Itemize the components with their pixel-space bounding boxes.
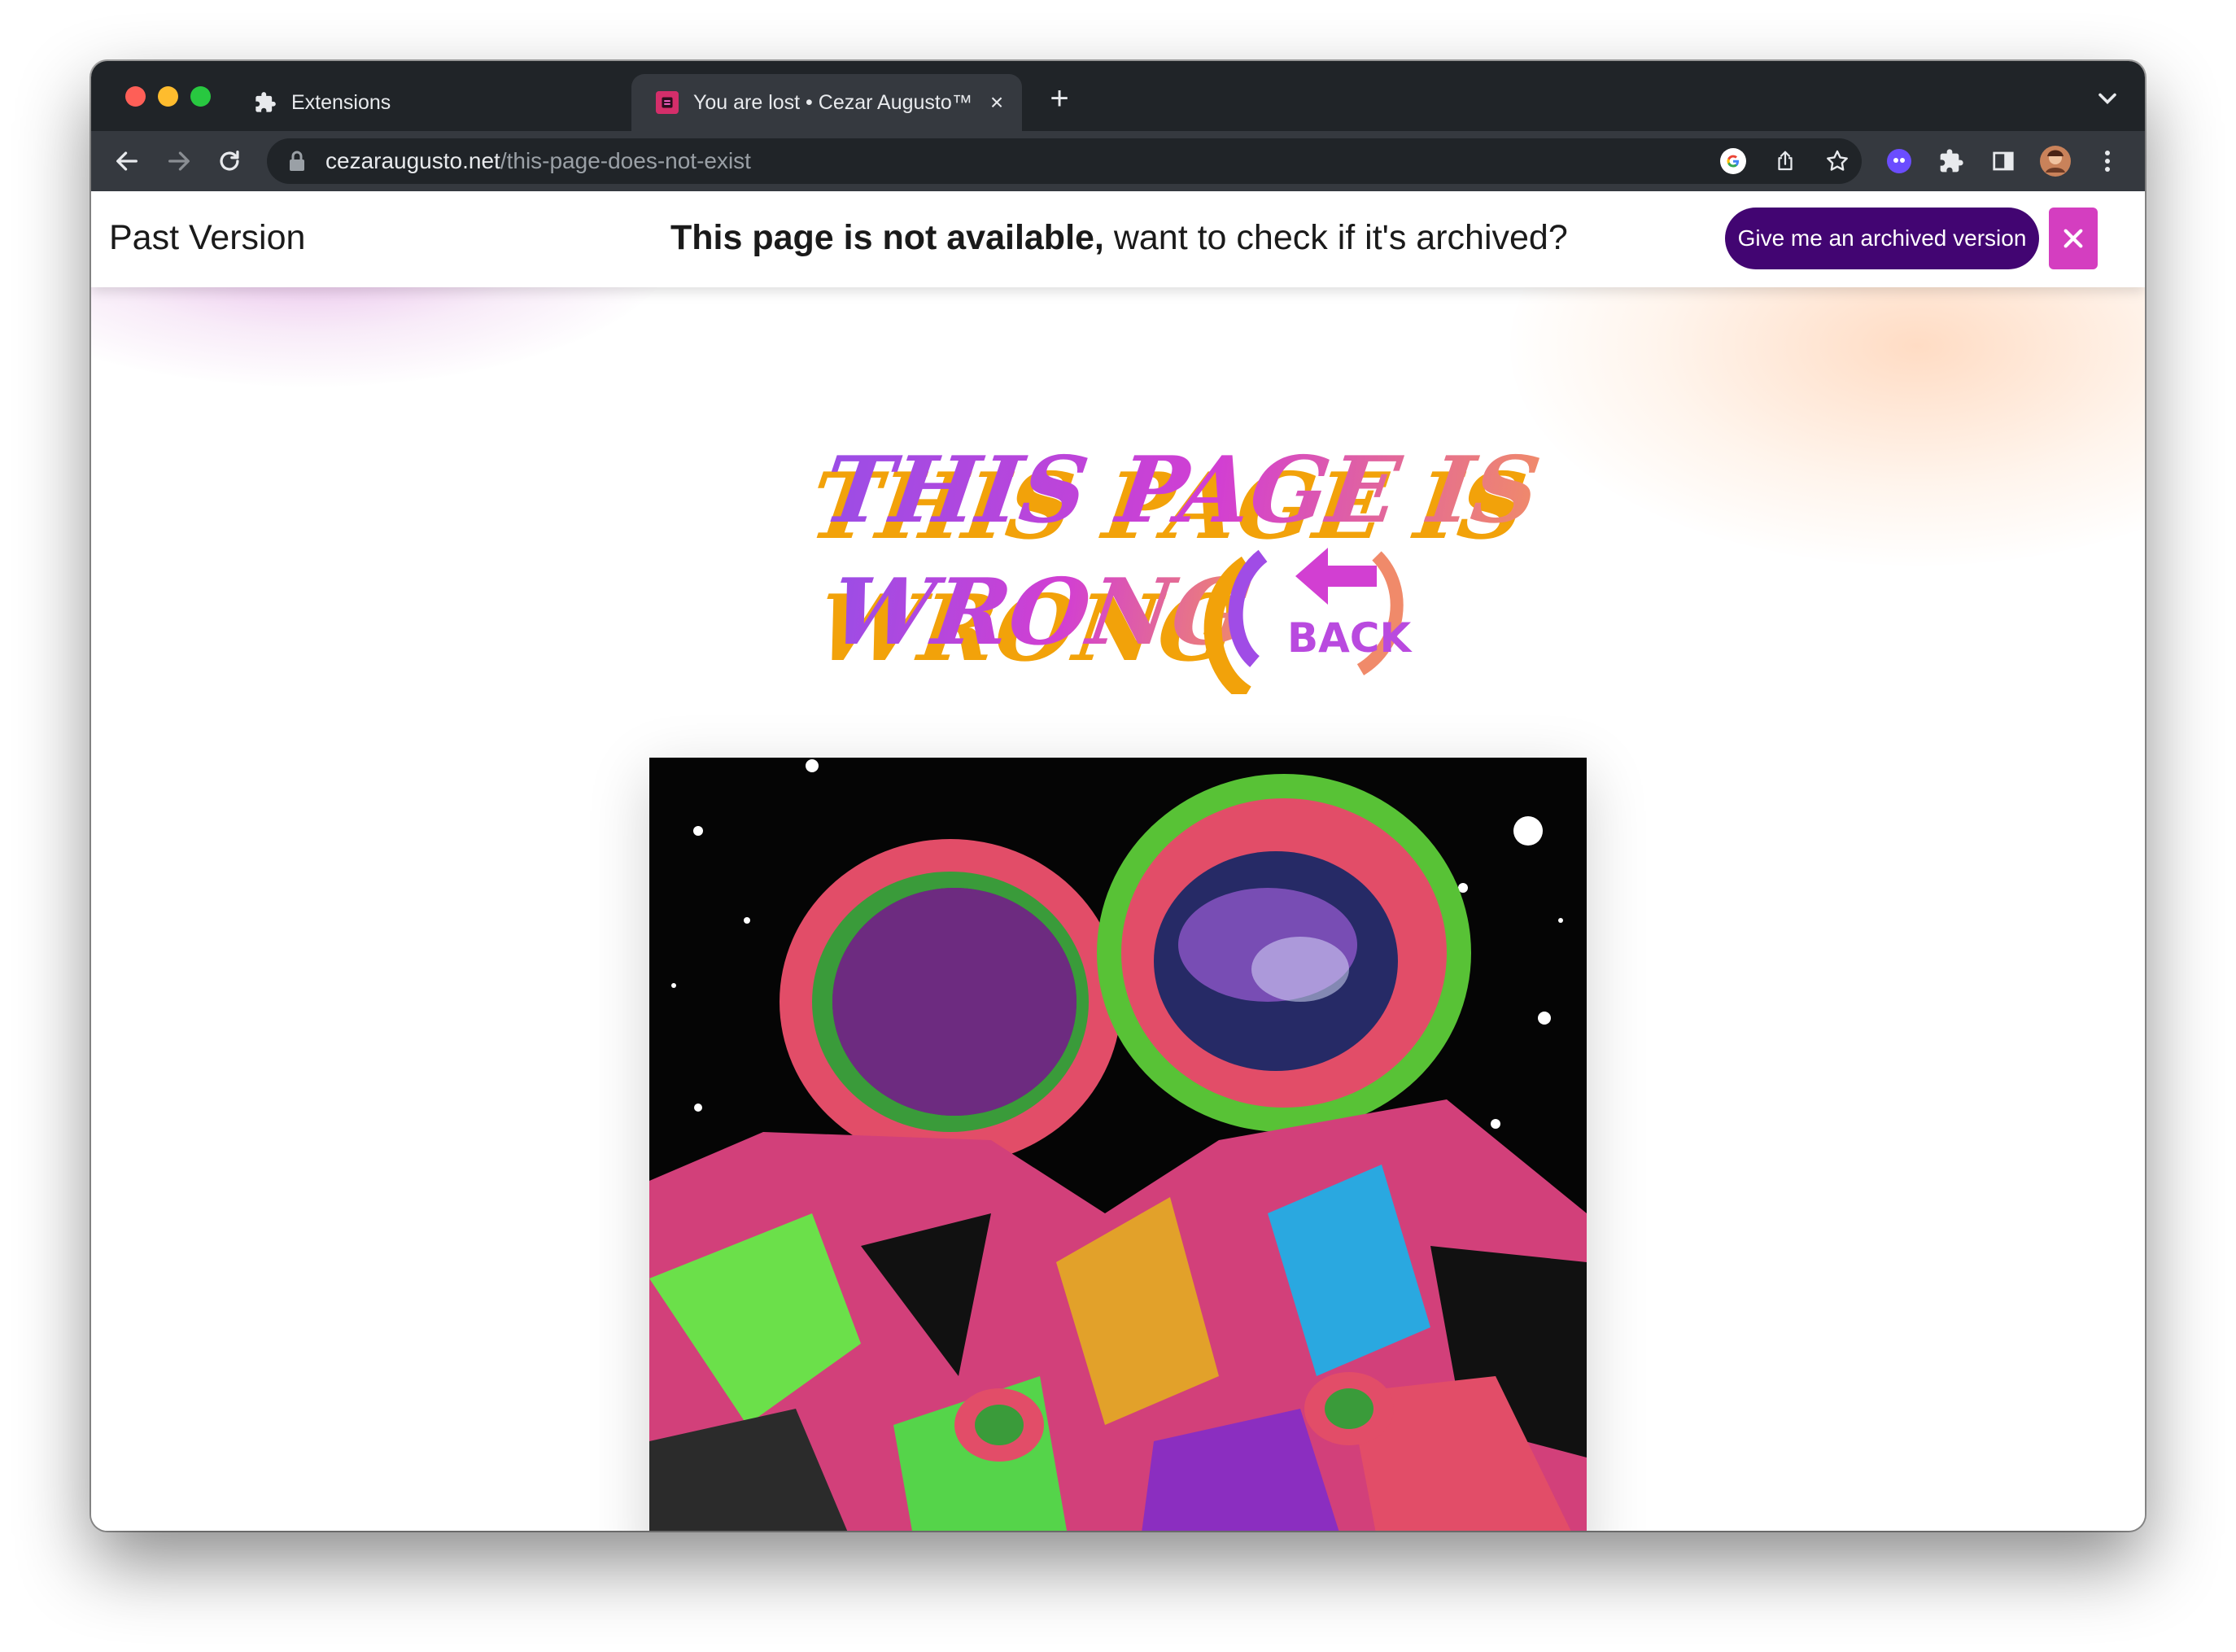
reload-icon[interactable] (213, 145, 246, 177)
archived-version-button[interactable]: Give me an archived version (1725, 208, 2039, 269)
minimize-window-button[interactable] (158, 86, 178, 107)
puzzle-icon (254, 91, 277, 114)
tab-you-are-lost[interactable]: You are lost • Cezar Augusto™ × (631, 74, 1022, 131)
new-tab-button[interactable]: + (1042, 81, 1077, 116)
close-tab-icon[interactable]: × (983, 89, 1011, 116)
url-host: cezaraugusto.net (325, 148, 500, 173)
tab-search-chevron-icon[interactable] (2093, 84, 2122, 113)
close-icon (2063, 229, 2083, 248)
bookmark-star-icon[interactable] (1821, 145, 1854, 177)
page-content: Past Version This page is not available,… (91, 191, 2145, 1531)
banner-title: Past Version (109, 218, 306, 257)
browser-window: Extensions × You are lost • Cezar August… (91, 61, 2145, 1531)
google-icon[interactable] (1717, 145, 1749, 177)
page-headline: THIS PAGE IS THIS PAGE IS WRONG WRONG BA… (726, 417, 1605, 702)
extensions-puzzle-icon[interactable] (1933, 143, 1969, 179)
banner-close-button[interactable] (2049, 208, 2098, 269)
banner-message-rest: want to check if it's archived? (1103, 218, 1568, 257)
side-panel-icon[interactable] (1985, 143, 2021, 179)
close-window-button[interactable] (125, 86, 146, 107)
headline-line1: THIS PAGE IS (817, 436, 1546, 544)
back-arrow-icon[interactable] (111, 145, 143, 177)
address-bar[interactable]: cezaraugusto.net/this-page-does-not-exis… (267, 138, 1862, 184)
lock-icon[interactable] (288, 150, 308, 173)
tab-strip: Extensions × You are lost • Cezar August… (91, 61, 2145, 131)
share-icon[interactable] (1769, 145, 1801, 177)
browser-toolbar: cezaraugusto.net/this-page-does-not-exis… (91, 131, 2145, 191)
tab-label: Extensions (291, 90, 391, 114)
extension-ghost-icon[interactable] (1881, 143, 1917, 179)
tab-label: You are lost • Cezar Augusto™ (693, 90, 972, 114)
archive-banner: Past Version This page is not available,… (91, 191, 2145, 287)
astronauts-illustration (649, 758, 1587, 1531)
forward-arrow-icon[interactable] (163, 145, 195, 177)
headline-line2: WRONG (824, 558, 1258, 666)
banner-message-bold: This page is not available, (670, 218, 1104, 257)
more-menu-icon[interactable] (2090, 143, 2125, 179)
back-link[interactable]: BACK (1203, 548, 1413, 702)
url-path: /this-page-does-not-exist (500, 148, 751, 173)
favicon-icon (656, 91, 679, 114)
banner-message: This page is not available, want to chec… (670, 218, 1568, 258)
maximize-window-button[interactable] (190, 86, 211, 107)
back-label: BACK (1287, 614, 1413, 662)
profile-avatar[interactable] (2037, 143, 2073, 179)
